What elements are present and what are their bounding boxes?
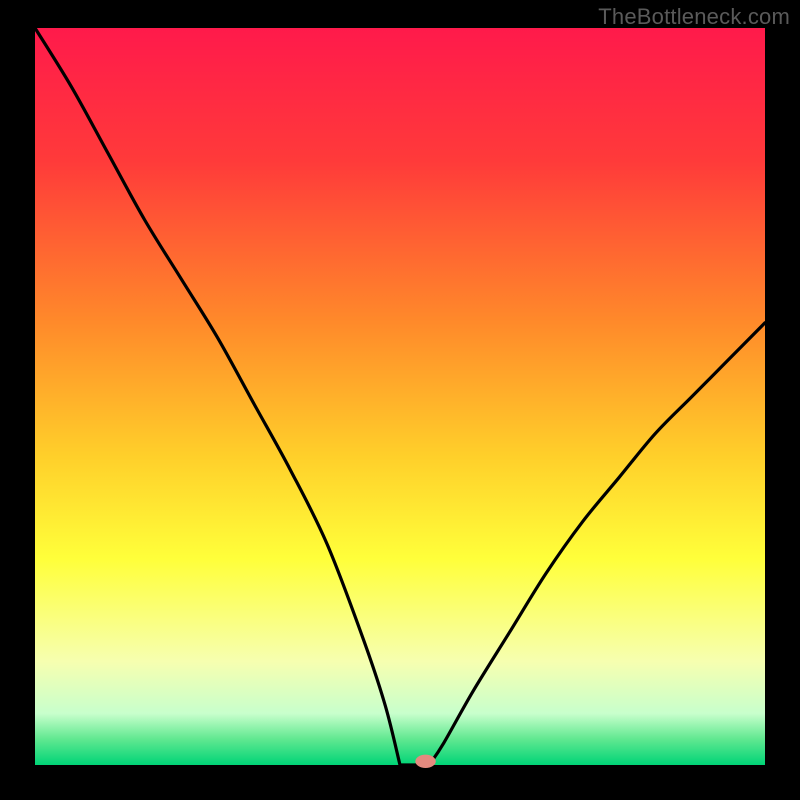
plot-background <box>35 28 765 765</box>
bottleneck-chart <box>0 0 800 800</box>
optimal-marker <box>415 755 435 768</box>
chart-frame: TheBottleneck.com <box>0 0 800 800</box>
watermark-label: TheBottleneck.com <box>598 4 790 30</box>
